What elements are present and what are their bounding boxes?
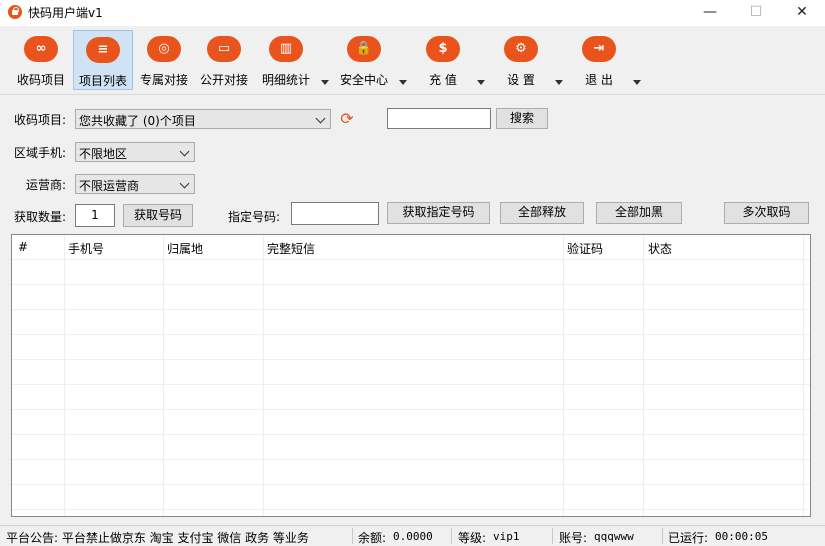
fingerprint-icon: ◎ [147, 36, 181, 62]
refresh-icon[interactable]: ⟳ [339, 111, 355, 127]
blacklist-all-button[interactable]: 全部加黑 [596, 202, 682, 224]
chevron-down-icon [315, 113, 326, 124]
carrier-label: 运营商: [26, 178, 67, 192]
statistics-dropdown-arrow[interactable] [321, 80, 329, 85]
dollar-icon: $ [426, 36, 460, 62]
recharge-dropdown-arrow[interactable] [477, 80, 485, 85]
column-header-location[interactable]: 归属地 [167, 240, 203, 257]
chevron-down-icon [179, 146, 190, 157]
bar-chart-icon: ▥ [269, 36, 303, 62]
account-label: 账号: [559, 531, 588, 545]
link-icon: ∞ [24, 36, 58, 62]
exit-icon: ⇥ [582, 36, 616, 62]
app-lock-icon [8, 5, 22, 19]
toolbar-project-list-button[interactable]: ≡ 项目列表 [73, 30, 133, 90]
gear-icon: ⚙ [504, 36, 538, 62]
toolbar-exclusive-button[interactable]: ◎ 专属对接 [136, 30, 192, 90]
sms-table[interactable]: # 手机号 归属地 完整短信 验证码 状态 [11, 234, 811, 517]
chevron-down-icon [179, 178, 190, 189]
carrier-select[interactable]: 不限运营商 [75, 174, 195, 194]
search-button[interactable]: 搜索 [496, 108, 548, 129]
specify-number-label: 指定号码: [228, 210, 281, 224]
column-header-status[interactable]: 状态 [648, 240, 672, 257]
search-input[interactable] [387, 108, 491, 129]
window-title: 快码用户端v1 [28, 6, 103, 20]
minimize-button[interactable]: — [687, 0, 733, 26]
get-specified-number-button[interactable]: 获取指定号码 [387, 202, 490, 224]
level-value: vip1 [493, 530, 520, 543]
multi-fetch-button[interactable]: 多次取码 [724, 202, 809, 224]
balance-value: 0.0000 [393, 530, 433, 543]
toolbar-statistics-button[interactable]: ▥ 明细统计 [256, 30, 316, 90]
toolbar-public-button[interactable]: ▭ 公开对接 [196, 30, 252, 90]
toolbar-recharge-button[interactable]: $ 充 值 [414, 30, 472, 90]
column-header-full-sms[interactable]: 完整短信 [267, 240, 315, 257]
toolbar-settings-button[interactable]: ⚙ 设 置 [492, 30, 550, 90]
settings-dropdown-arrow[interactable] [555, 80, 563, 85]
count-label: 获取数量: [14, 210, 67, 224]
runtime-label: 已运行: [668, 531, 709, 545]
close-button[interactable]: ✕ [779, 0, 825, 26]
status-bar: 平台公告: 平台禁止做京东 淘宝 支付宝 微信 政务 等业务 余额: 0.000… [0, 525, 825, 546]
column-header-phone[interactable]: 手机号 [68, 240, 104, 257]
level-label: 等级: [458, 531, 487, 545]
get-number-button[interactable]: 获取号码 [123, 204, 193, 227]
region-label: 区域手机: [14, 146, 67, 160]
toolbar-receive-projects-button[interactable]: ∞ 收码项目 [12, 30, 70, 90]
count-input[interactable]: 1 [75, 204, 115, 227]
toolbar-exit-button[interactable]: ⇥ 退 出 [570, 30, 628, 90]
security-dropdown-arrow[interactable] [399, 80, 407, 85]
toolbar-security-button[interactable]: 🔒 安全中心 [334, 30, 394, 90]
release-all-button[interactable]: 全部释放 [500, 202, 584, 224]
exit-dropdown-arrow[interactable] [633, 80, 641, 85]
account-value: qqqwww [594, 530, 634, 543]
list-icon: ≡ [86, 37, 120, 63]
column-header-code[interactable]: 验证码 [567, 240, 603, 257]
monitor-icon: ▭ [207, 36, 241, 62]
title-bar: 快码用户端v1 — ☐ ✕ [0, 0, 825, 26]
project-label: 收码项目: [14, 113, 67, 127]
maximize-button[interactable]: ☐ [733, 0, 779, 26]
project-select[interactable]: 您共收藏了 (0)个项目 [75, 109, 331, 129]
lock-icon: 🔒 [347, 36, 381, 62]
platform-notice: 平台公告: 平台禁止做京东 淘宝 支付宝 微信 政务 等业务 [6, 531, 309, 545]
column-header-index[interactable]: # [18, 240, 28, 254]
specify-number-input[interactable] [291, 202, 379, 225]
region-select[interactable]: 不限地区 [75, 142, 195, 162]
balance-label: 余额: [358, 531, 387, 545]
runtime-value: 00:00:05 [715, 530, 768, 543]
toolbar: ∞ 收码项目 ≡ 项目列表 ◎ 专属对接 ▭ 公开对接 ▥ 明细统计 🔒 安全中… [0, 26, 825, 95]
